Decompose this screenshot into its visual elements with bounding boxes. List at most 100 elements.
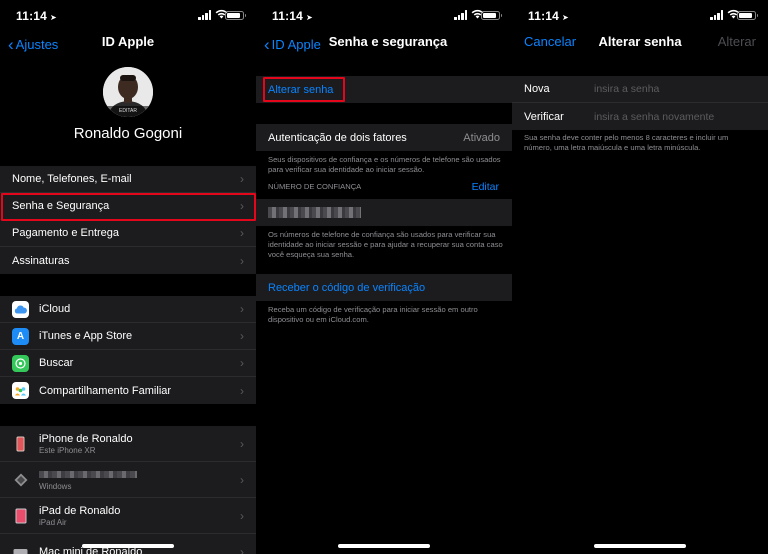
two-factor-note: Seus dispositivos de confiança e os núme… [268,155,501,174]
nav-title: ID Apple [101,34,155,49]
verify-password-input[interactable] [594,110,754,123]
chevron-right-icon: › [240,253,244,268]
verification-code-group: Receber o código de verificação [256,274,512,301]
account-settings-list: Nome, Telefones, E-mail › Senha e Seguran… [0,166,256,274]
redacted-device-name [39,470,137,478]
location-icon: ➤ [306,13,313,22]
nav-bar: ‹ ID Apple Senha e segurança [256,29,512,54]
device-text: Windows [39,469,256,491]
confirm-change-button[interactable]: Alterar [718,34,756,49]
nav-title: Senha e segurança [328,34,448,49]
device-model: Windows [39,481,72,491]
battery-icon [481,11,502,20]
item-label: Assinaturas [12,254,70,267]
chevron-right-icon: › [240,356,244,370]
family-sharing-icon [12,382,29,399]
password-security-item[interactable]: Senha e Segurança › [0,193,256,220]
home-indicator [82,544,174,548]
trusted-number-group [256,199,512,226]
item-label: Nome, Telefones, E-mail [12,173,132,185]
family-sharing-item[interactable]: Compartilhamento Familiar › [0,377,256,404]
two-factor-group: Autenticação de dois fatores Ativado [256,124,512,151]
device-name: iPhone de Ronaldo [39,432,133,445]
trusted-phone-note: Os números de telefone de confiança são … [268,230,503,259]
trusted-number-header: NÚMERO DE CONFIANÇA [268,182,362,191]
avatar[interactable]: EDITAR [103,67,153,117]
item-label: Compartilhamento Familiar [39,384,172,397]
chevron-right-icon: › [240,172,244,186]
item-label: Pagamento e Entrega [12,227,120,239]
redacted-phone-number [268,207,361,218]
device-text: iPhone de Ronaldo Este iPhone XR [39,433,256,455]
item-label: iTunes e App Store [39,330,133,342]
iphone-icon [12,435,29,452]
profile-header: EDITAR Ronaldo Gogoni [0,54,256,160]
device-model: Este iPhone XR [39,445,96,455]
battery-icon [737,11,758,20]
chevron-right-icon: › [240,472,244,487]
devices-list: iPhone de Ronaldo Este iPhone XR › Window… [0,426,256,554]
status-time: 11:14 ➤ [16,9,57,23]
itunes-app-store-item[interactable]: A iTunes e App Store › [0,323,256,350]
device-item[interactable]: iPad de Ronaldo iPad Air › [0,498,256,534]
item-label: Senha e Segurança [12,200,110,212]
get-verification-code-item[interactable]: Receber o código de verificação [256,274,512,301]
item-label: iCloud [39,303,71,315]
status-bar: 11:14 ➤ [0,0,256,30]
two-factor-item[interactable]: Autenticação de dois fatores Ativado [256,124,512,151]
device-item[interactable]: Windows › [0,462,256,498]
system-indicators [710,9,758,20]
change-password-label: Alterar senha [268,83,334,96]
apple-id-screen: 11:14 ➤ ‹ Ajustes ID Apple EDITAR Ronaldo … [0,0,256,554]
ipad-icon [12,507,29,524]
profile-name: Ronaldo Gogoni [73,125,183,142]
chevron-right-icon: › [240,199,244,213]
device-item[interactable]: iPhone de Ronaldo Este iPhone XR › [0,426,256,462]
chevron-right-icon: › [240,545,244,554]
password-security-screen: 11:14 ➤ ‹ ID Apple Senha e segurança Alter… [256,0,512,554]
change-password-group: Alterar senha [256,76,512,103]
change-password-item[interactable]: Alterar senha [256,76,512,103]
find-my-item[interactable]: Buscar › [0,350,256,377]
battery-icon [225,11,246,20]
subscriptions-item[interactable]: Assinaturas › [0,247,256,274]
device-model: iPad Air [39,517,67,527]
app-store-icon: A [12,327,29,345]
name-phones-email-item[interactable]: Nome, Telefones, E-mail › [0,166,256,193]
nav-bar: ‹ Ajustes ID Apple [0,29,256,54]
chevron-right-icon: › [240,302,244,316]
password-requirements-note: Sua senha deve conter pelo menos 8 carac… [524,133,729,152]
item-label: Buscar [39,357,74,369]
system-indicators [454,9,502,20]
status-bar: 11:14 ➤ [256,0,512,30]
chevron-right-icon: › [240,226,244,240]
home-indicator [594,544,686,548]
windows-icon [12,471,29,488]
services-list: iCloud › A iTunes e App Store › Buscar › Co… [0,296,256,404]
chevron-right-icon: › [240,436,244,451]
password-form: Nova Verificar [512,76,768,130]
chevron-right-icon: › [240,508,244,523]
two-factor-status: Ativado [463,131,500,144]
location-icon: ➤ [50,13,57,22]
device-name: iPad de Ronaldo [39,504,121,517]
payment-shipping-item[interactable]: Pagamento e Entrega › [0,220,256,247]
verification-code-note: Receba um código de verificação para ini… [268,305,478,324]
cellular-signal-icon [710,10,724,20]
avatar-edit-label[interactable]: EDITAR [103,106,153,117]
verify-password-label: Verificar [524,110,564,123]
home-indicator [338,544,430,548]
change-password-screen: 11:14 ➤ Cancelar Alterar senha Alterar No… [512,0,768,554]
nav-bar: Cancelar Alterar senha Alterar [512,29,768,53]
find-my-icon [12,354,29,372]
edit-button[interactable]: Editar [472,181,499,193]
new-password-input[interactable] [594,83,744,95]
chevron-right-icon: › [240,329,244,343]
icloud-item[interactable]: iCloud › [0,296,256,323]
trusted-number-item[interactable] [256,199,512,226]
get-code-label: Receber o código de verificação [268,281,426,294]
new-password-row: Nova [512,76,768,103]
cellular-signal-icon [198,10,212,20]
status-bar: 11:14 ➤ [512,0,768,30]
cellular-signal-icon [454,10,468,20]
